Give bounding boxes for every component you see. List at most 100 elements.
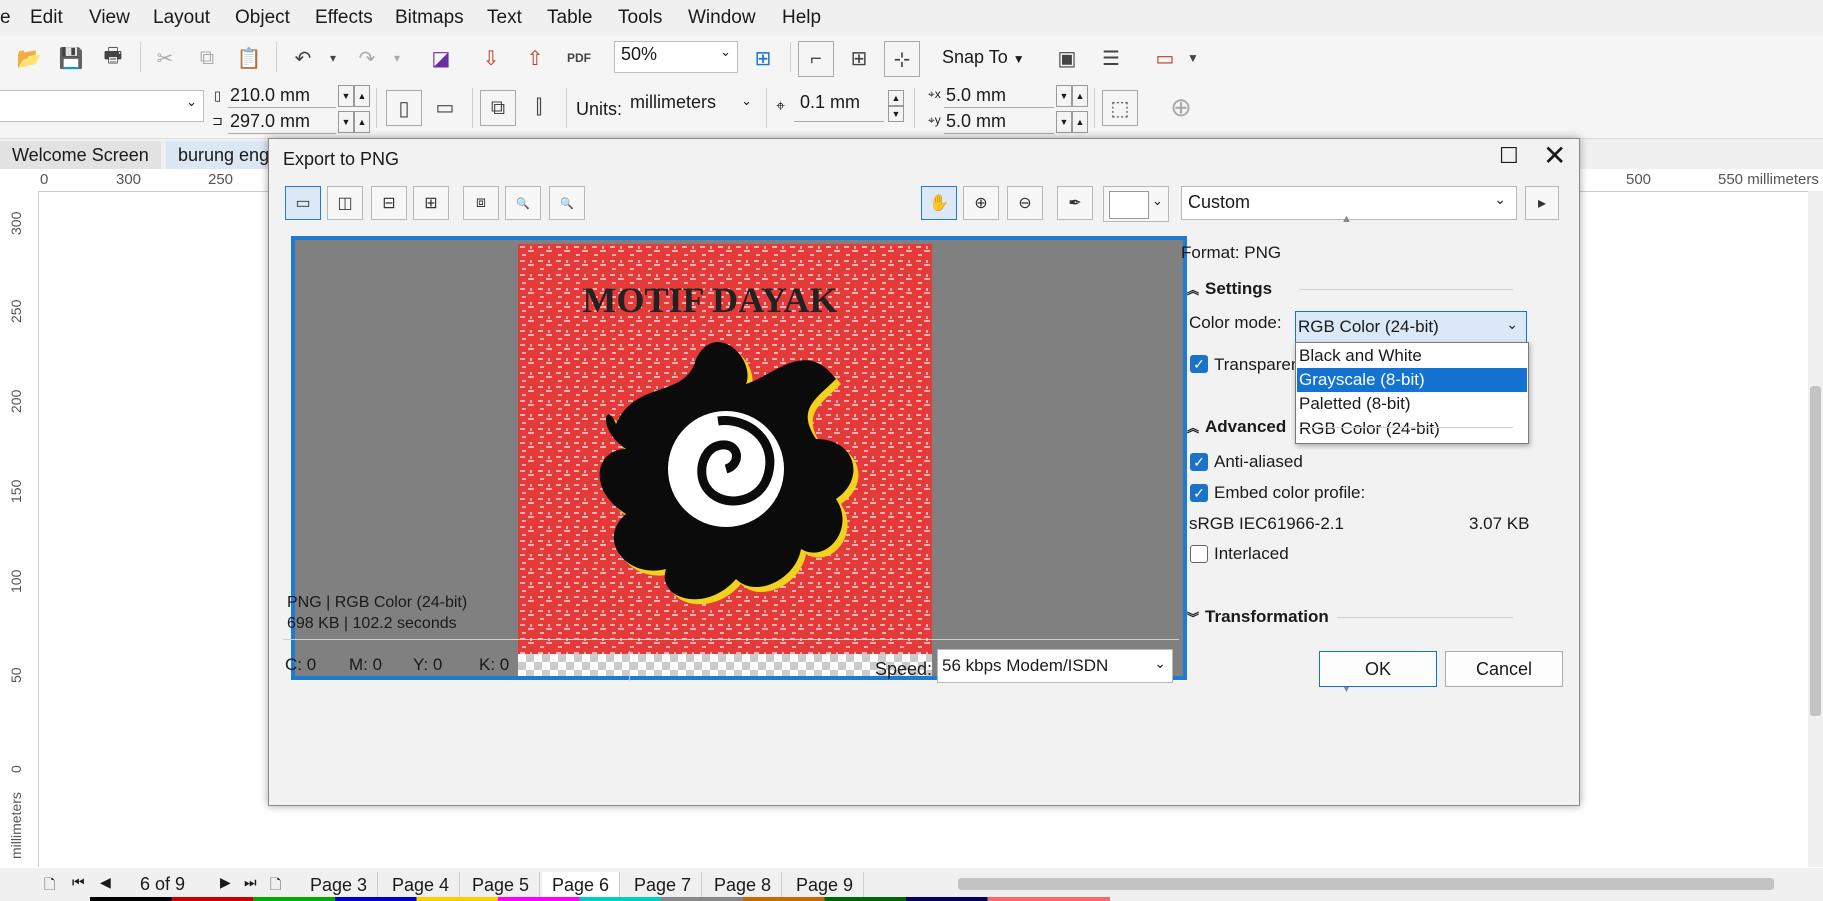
landscape-icon[interactable]: ▭ (428, 90, 462, 124)
nudge-distance-field[interactable]: 0.1 mm (794, 90, 884, 122)
menu-bitmaps[interactable]: Bitmaps (395, 7, 464, 29)
single-preview-icon[interactable]: ▭ (285, 186, 321, 220)
dup-x-spin-up[interactable]: ▲ (1072, 85, 1088, 107)
zoom-out-icon[interactable]: ⊖ (1007, 186, 1043, 220)
zoom-level-select[interactable]: 50% ⌄ (614, 41, 738, 73)
import-icon[interactable]: ⇩ (474, 41, 508, 75)
menu-table[interactable]: Table (547, 7, 592, 29)
tab-welcome-screen[interactable]: Welcome Screen (0, 141, 161, 169)
export-preview[interactable]: MOTIF DAYAK (291, 236, 1187, 680)
open-icon[interactable]: 📂 (12, 41, 46, 75)
undo-icon[interactable]: ↶ (286, 41, 320, 75)
vertical-ruler[interactable]: 300 250 200 150 100 50 0 millimeters (0, 191, 39, 867)
options-icon[interactable]: ☰ (1094, 41, 1128, 75)
export-icon[interactable]: ⇧ (518, 41, 552, 75)
width-spin-down[interactable]: ▼ (338, 85, 354, 107)
menu-file[interactable]: e (0, 7, 11, 29)
treat-as-filled-icon[interactable]: ⬚ (1102, 90, 1138, 126)
page-tab-6-active[interactable]: Page 6 (542, 872, 621, 898)
first-page-icon[interactable]: ⏮ (72, 874, 85, 891)
last-page-icon[interactable]: ⏭ (244, 874, 257, 891)
prev-page-icon[interactable]: ◀ (100, 874, 111, 891)
page-tab-5[interactable]: Page 5 (462, 872, 541, 898)
zoom-1-to-1-icon[interactable]: 🔍 (505, 186, 541, 220)
dup-y-spin-down[interactable]: ▼ (1056, 111, 1072, 133)
tab-burung-eng[interactable]: burung eng (166, 141, 282, 169)
eyedropper-icon[interactable]: ✒ (1057, 186, 1093, 220)
height-spin-down[interactable]: ▼ (338, 111, 354, 133)
print-icon[interactable]: 🖶 (96, 41, 130, 75)
anti-aliased-checkbox[interactable]: ✓ (1190, 453, 1208, 471)
transparent-checkbox[interactable]: ✓ (1190, 355, 1208, 373)
page-size-select[interactable]: ⌄ (0, 90, 204, 122)
page-tab-3[interactable]: Page 3 (300, 872, 379, 898)
menu-text[interactable]: Text (487, 7, 522, 29)
color-palette[interactable] (90, 897, 1110, 901)
color-mode-option-rgb[interactable]: RGB Color (24-bit) (1297, 417, 1527, 441)
add-page-after-icon[interactable]: 🗋 (270, 874, 281, 898)
color-mode-option-paletted[interactable]: Paletted (8-bit) (1297, 392, 1527, 416)
maximize-icon[interactable]: ☐ (1499, 143, 1519, 169)
page-height-field[interactable]: 297.0 mm (228, 111, 336, 134)
vertical-scroll-thumb[interactable] (1810, 386, 1821, 716)
duplicate-x-field[interactable]: 5.0 mm (944, 85, 1054, 108)
redo-icon[interactable]: ↷ (350, 41, 384, 75)
menu-view[interactable]: View (89, 7, 130, 29)
nudge-spin-up[interactable]: ▲ (888, 90, 904, 106)
show-grid-icon[interactable]: ⊞ (842, 41, 876, 75)
copy-icon[interactable]: ⧉ (190, 41, 224, 75)
next-page-icon[interactable]: ▶ (220, 874, 231, 891)
nudge-spin-down[interactable]: ▼ (888, 106, 904, 122)
page-tab-8[interactable]: Page 8 (704, 872, 783, 898)
page-width-field[interactable]: 210.0 mm (228, 85, 336, 108)
all-pages-icon[interactable]: ⧉ (480, 90, 516, 126)
show-guidelines-icon[interactable]: ⊹ (884, 41, 920, 77)
menu-window[interactable]: Window (688, 7, 756, 29)
width-spin-up[interactable]: ▲ (354, 85, 370, 107)
zoom-100-icon[interactable]: 🔍 (549, 186, 585, 220)
quad-preview-icon[interactable]: ⊞ (413, 186, 449, 220)
current-page-icon[interactable]: ⫿ (522, 90, 556, 124)
split-horizontal-icon[interactable]: ⊟ (371, 186, 407, 220)
redo-dropdown-icon[interactable]: ▾ (380, 41, 414, 75)
duplicate-y-field[interactable]: 5.0 mm (944, 111, 1054, 134)
color-mode-select[interactable]: RGB Color (24-bit) ⌄ (1295, 311, 1527, 343)
transformation-section-header[interactable]: ︾ Transformation (1187, 607, 1329, 627)
portrait-icon[interactable]: ▯ (386, 90, 422, 126)
paste-icon[interactable]: 📋 (232, 41, 266, 75)
page-tab-4[interactable]: Page 4 (382, 872, 461, 898)
save-icon[interactable]: 💾 (54, 41, 88, 75)
preset-menu-icon[interactable]: ▸ (1525, 186, 1559, 220)
snap-to-button[interactable]: Snap To ▼ (942, 47, 1025, 68)
vertical-scrollbar[interactable] (1808, 191, 1823, 867)
menu-tools[interactable]: Tools (618, 7, 662, 29)
page-tab-7[interactable]: Page 7 (624, 872, 703, 898)
matte-color-picker[interactable]: ⌄ (1103, 186, 1169, 222)
add-page-icon[interactable]: 🗋 (44, 874, 55, 898)
menu-object[interactable]: Object (235, 7, 290, 29)
menu-help[interactable]: Help (782, 7, 821, 29)
full-screen-preview-icon[interactable]: ⊞ (746, 41, 780, 75)
close-icon[interactable]: ✕ (1543, 139, 1566, 172)
menu-layout[interactable]: Layout (153, 7, 210, 29)
corel-launcher-icon[interactable]: ◪ (424, 41, 458, 75)
menu-edit[interactable]: Edit (30, 7, 63, 29)
color-mode-option-bw[interactable]: Black and White (1297, 344, 1527, 368)
launcher-dropdown-icon[interactable]: ▼ (1176, 41, 1210, 75)
advanced-section-header[interactable]: ︽ Advanced (1187, 417, 1286, 437)
zoom-in-icon[interactable]: ⊕ (963, 186, 999, 220)
dup-y-spin-up[interactable]: ▲ (1072, 111, 1088, 133)
ok-button[interactable]: OK (1319, 651, 1437, 687)
cut-icon[interactable]: ✂ (148, 41, 182, 75)
pan-hand-icon[interactable]: ✋ (921, 186, 957, 220)
color-mode-option-grayscale[interactable]: Grayscale (8-bit) (1297, 368, 1527, 392)
horizontal-scrollbar[interactable] (958, 878, 1774, 890)
show-rulers-icon[interactable]: ⌐ (798, 41, 834, 77)
speed-select[interactable]: 56 kbps Modem/ISDN ⌄ (937, 649, 1173, 683)
embed-profile-checkbox[interactable]: ✓ (1190, 484, 1208, 502)
interlaced-checkbox[interactable] (1190, 545, 1208, 563)
cancel-button[interactable]: Cancel (1445, 651, 1563, 687)
undo-dropdown-icon[interactable]: ▾ (316, 41, 350, 75)
scroll-up-icon[interactable]: ▲ (1341, 213, 1355, 227)
dup-x-spin-down[interactable]: ▼ (1056, 85, 1072, 107)
